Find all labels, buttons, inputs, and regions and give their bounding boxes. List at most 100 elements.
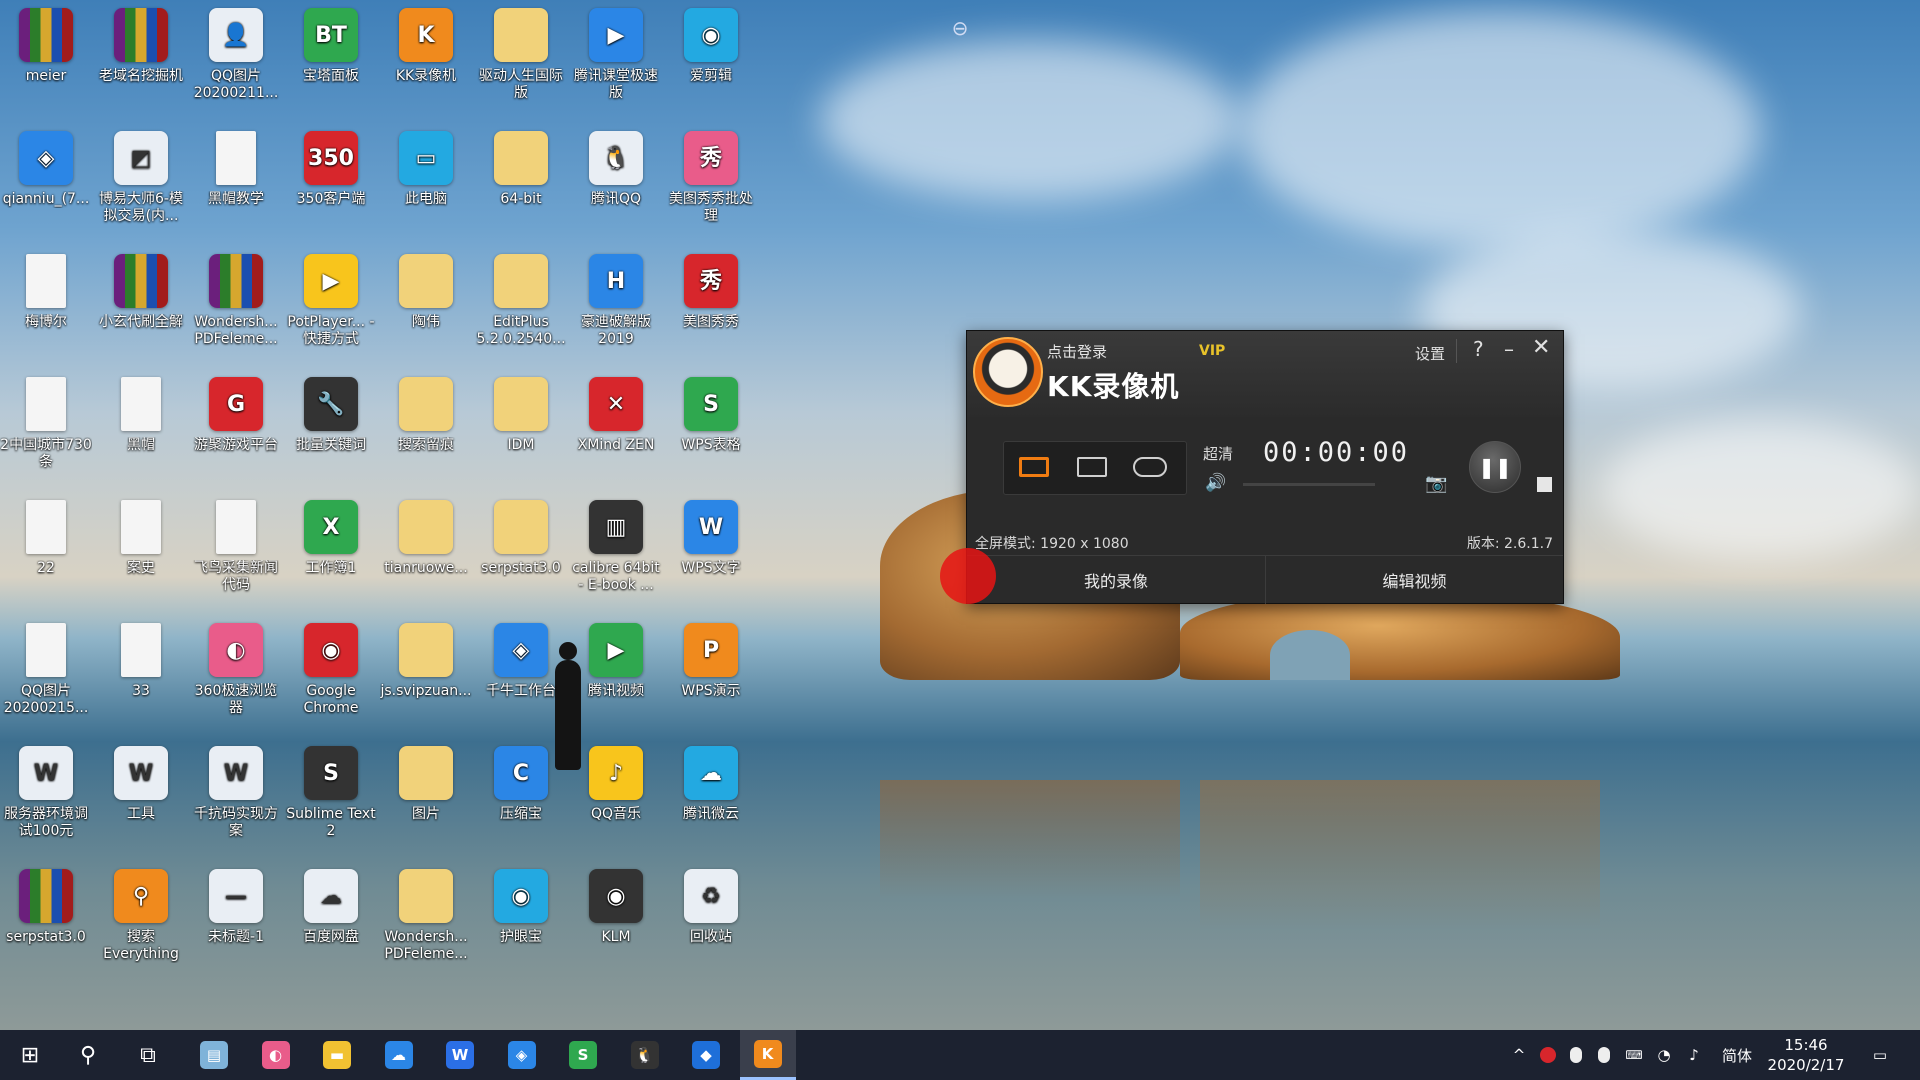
- desktop-icon[interactable]: meier: [0, 2, 92, 85]
- desktop-icon[interactable]: 搜索留痕: [380, 371, 472, 454]
- wps-sheet-taskbar-button[interactable]: S: [555, 1030, 611, 1080]
- settings-button[interactable]: 设置: [1415, 343, 1445, 364]
- camera-icon[interactable]: 📷: [1425, 473, 1447, 494]
- network-icon[interactable]: ◔: [1650, 1030, 1678, 1080]
- help-icon[interactable]: ?: [1473, 337, 1484, 361]
- desktop-icon[interactable]: ☁ 百度网盘: [285, 863, 377, 946]
- desktop-icon[interactable]: 🐧 腾讯QQ: [570, 125, 662, 208]
- desktop-icon[interactable]: P WPS演示: [665, 617, 757, 700]
- desktop-icon[interactable]: 秀美图秀秀: [665, 248, 757, 331]
- desktop-icon[interactable]: 350 350客户端: [285, 125, 377, 208]
- qianniu-taskbar-button[interactable]: ◈: [494, 1030, 550, 1080]
- desktop-icon[interactable]: serpstat3.0: [475, 494, 567, 577]
- kk-recorder-taskbar-button[interactable]: K: [739, 1030, 796, 1080]
- show-hidden-icons-button[interactable]: ^: [1504, 1030, 1534, 1080]
- fullscreen-mode-button[interactable]: [1014, 452, 1054, 482]
- close-icon[interactable]: ✕: [1532, 335, 1550, 360]
- desktop-icon[interactable]: js.svipzuan...: [380, 617, 472, 700]
- desktop-icon[interactable]: X 工作簿1: [285, 494, 377, 577]
- minimize-icon[interactable]: –: [1504, 337, 1514, 361]
- desktop-icon[interactable]: 小玄代刷全解: [95, 248, 187, 331]
- desktop-icon[interactable]: ▭ 此电脑: [380, 125, 472, 208]
- desktop-icon[interactable]: ◉ 护眼宝: [475, 863, 567, 946]
- desktop-icon[interactable]: 22: [0, 494, 92, 577]
- desktop-icon[interactable]: 陶伟: [380, 248, 472, 331]
- desktop-icon[interactable]: EditPlus 5.2.0.2540...: [475, 248, 567, 348]
- task-view-button[interactable]: ⧉: [120, 1030, 176, 1080]
- notification-center-button[interactable]: ▭: [1860, 1030, 1900, 1080]
- desktop-icon[interactable]: ▶ 腾讯课堂极速版: [570, 2, 662, 102]
- desktop-icon[interactable]: C 压缩宝: [475, 740, 567, 823]
- desktop-icon[interactable]: Wondersh... PDFeleme...: [190, 248, 282, 348]
- input-method-icon[interactable]: ⌨: [1620, 1030, 1648, 1080]
- desktop-icon[interactable]: 黑帽教学: [190, 125, 282, 208]
- desktop-icon[interactable]: ◐ 360极速浏览器: [190, 617, 282, 717]
- desktop-icon[interactable]: BT 宝塔面板: [285, 2, 377, 85]
- desktop-icon[interactable]: ◈ 千牛工作台: [475, 617, 567, 700]
- desktop-icon[interactable]: 飞鸟采集新闻代码: [190, 494, 282, 594]
- region-mode-button[interactable]: [1072, 452, 1112, 482]
- desktop-icon[interactable]: ◩ 博易大师6-模拟交易(内...: [95, 125, 187, 225]
- desktop-icon[interactable]: ◉ 爱剪辑: [665, 2, 757, 85]
- desktop-icon[interactable]: Wondersh... PDFeleme...: [380, 863, 472, 963]
- desktop-icon[interactable]: ◉ Google Chrome: [285, 617, 377, 717]
- notes-app-taskbar-button[interactable]: ▤: [186, 1030, 242, 1080]
- desktop-icon[interactable]: S Sublime Text 2: [285, 740, 377, 840]
- desktop-icon[interactable]: 案史: [95, 494, 187, 577]
- desktop-icon[interactable]: W 千抗码实现方案: [190, 740, 282, 840]
- ime-mode-indicator[interactable]: 简体: [1712, 1030, 1762, 1080]
- desktop-icon[interactable]: W 服务器环境调试100元: [0, 740, 92, 840]
- qq-taskbar-button[interactable]: 🐧: [617, 1030, 673, 1080]
- volume-slider[interactable]: [1243, 483, 1375, 486]
- desktop-icon[interactable]: 👤 QQ图片20200211...: [190, 2, 282, 102]
- volume-icon[interactable]: 🔊: [1205, 473, 1226, 493]
- login-link[interactable]: 点击登录: [1047, 341, 1107, 362]
- edit-video-button[interactable]: 编辑视频: [1266, 556, 1563, 604]
- file-explorer-taskbar-button[interactable]: ▬: [309, 1030, 365, 1080]
- desktop-icon[interactable]: 64-bit: [475, 125, 567, 208]
- tray-qq-icon[interactable]: [1564, 1030, 1588, 1080]
- desktop-icon[interactable]: W WPS文字: [665, 494, 757, 577]
- desktop-icon[interactable]: 2中国城市730条: [0, 371, 92, 471]
- game-mode-button[interactable]: [1130, 452, 1170, 482]
- desktop-icon[interactable]: ✕ XMind ZEN: [570, 371, 662, 454]
- desktop-icon[interactable]: S WPS表格: [665, 371, 757, 454]
- drag-handle-icon[interactable]: ⊖: [936, 16, 984, 40]
- desktop-icon[interactable]: ◉ KLM: [570, 863, 662, 946]
- desktop-icon[interactable]: — 未标题-1: [190, 863, 282, 946]
- desktop-icon[interactable]: 33: [95, 617, 187, 700]
- desktop-icon[interactable]: tianruowe...: [380, 494, 472, 577]
- desktop-icon[interactable]: W 工具: [95, 740, 187, 823]
- weiyun-taskbar-button[interactable]: ☁: [371, 1030, 427, 1080]
- desktop-icon[interactable]: K KK录像机: [380, 2, 472, 85]
- desktop-icon[interactable]: H 豪迪破解版2019: [570, 248, 662, 348]
- desktop-icon[interactable]: 驱动人生国际版: [475, 2, 567, 102]
- desktop-icon[interactable]: 🔧 批量关键词: [285, 371, 377, 454]
- tray-qq-icon-2[interactable]: [1592, 1030, 1616, 1080]
- desktop-icon[interactable]: 秀美图秀秀批处理: [665, 125, 757, 225]
- desktop-icon[interactable]: ▶ 腾讯视频: [570, 617, 662, 700]
- desktop-icon[interactable]: 梅博尔: [0, 248, 92, 331]
- wps-writer-taskbar-button[interactable]: W: [432, 1030, 488, 1080]
- desktop-icon[interactable]: ♪ QQ音乐: [570, 740, 662, 823]
- desktop-icon[interactable]: 黑帽: [95, 371, 187, 454]
- desktop-icon[interactable]: IDM: [475, 371, 567, 454]
- stop-button[interactable]: [1537, 477, 1552, 492]
- pause-button[interactable]: ❚❚: [1469, 441, 1521, 493]
- 360-browser-taskbar-button[interactable]: ◐: [248, 1030, 304, 1080]
- desktop-icon[interactable]: 图片: [380, 740, 472, 823]
- search-button[interactable]: ⚲: [60, 1030, 116, 1080]
- desktop-icon[interactable]: 老域名挖掘机: [95, 2, 187, 85]
- desktop-icon[interactable]: ◈ qianniu_(7...: [0, 125, 92, 208]
- kk-recorder-window[interactable]: 点击登录 VIP KK录像机 设置 ? – ✕ 超清 🔊 00:00:00 📷 …: [966, 330, 1564, 604]
- desktop-icon[interactable]: ▥ calibre 64bit - E-book ...: [570, 494, 662, 594]
- my-recordings-button[interactable]: 我的录像: [967, 556, 1266, 604]
- quality-selector[interactable]: 超清: [1203, 443, 1233, 464]
- tray-kk-icon[interactable]: [1536, 1030, 1560, 1080]
- start-button[interactable]: ⊞: [2, 1030, 58, 1080]
- desktop-icon[interactable]: ▶ PotPlayer... - 快捷方式: [285, 248, 377, 348]
- vip-badge[interactable]: VIP: [1199, 343, 1225, 359]
- desktop-icon[interactable]: QQ图片20200215...: [0, 617, 92, 717]
- desktop-icon[interactable]: G 游聚游戏平台: [190, 371, 282, 454]
- desktop-icon[interactable]: ♻ 回收站: [665, 863, 757, 946]
